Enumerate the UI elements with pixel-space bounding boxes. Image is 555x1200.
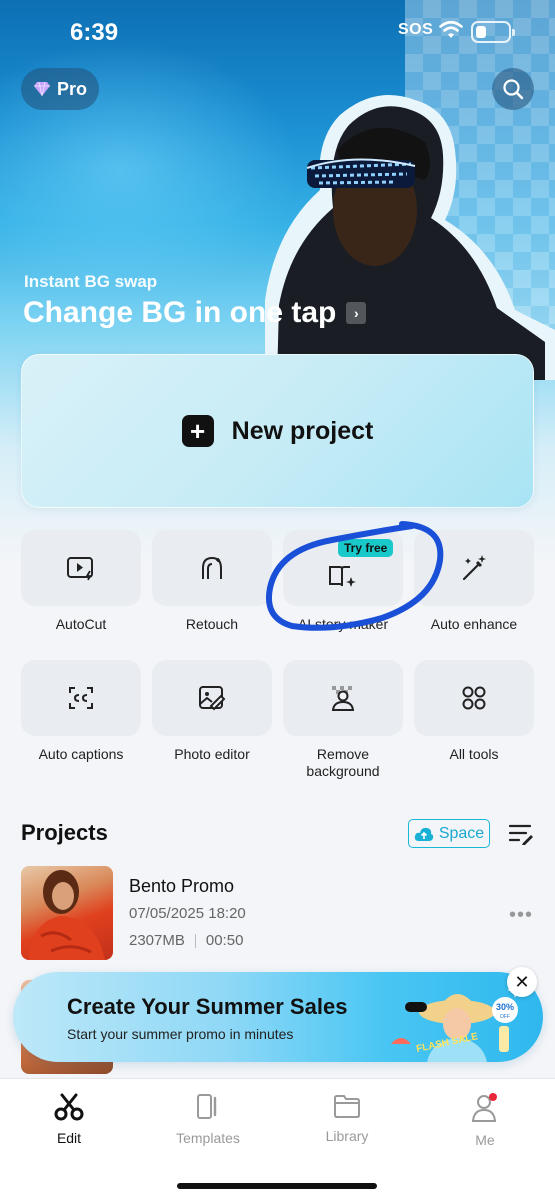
tool-remove-background[interactable]: Remove background	[283, 660, 403, 780]
tab-library[interactable]: Library	[297, 1093, 397, 1144]
banner-subtitle: Instant BG swap	[24, 272, 158, 291]
notification-dot	[489, 1093, 497, 1101]
bottom-tab-bar: Edit Templates Library Me	[0, 1078, 555, 1200]
close-promo-button[interactable]: ✕	[507, 967, 537, 997]
remove-bg-icon	[331, 686, 355, 711]
tab-templates-label: Templates	[176, 1130, 240, 1146]
diamond-icon	[33, 81, 50, 97]
battery-icon	[471, 21, 515, 43]
search-icon	[503, 79, 524, 100]
tool-retouch-tile[interactable]	[152, 530, 272, 606]
tool-all-tools-tile[interactable]	[414, 660, 534, 736]
scissors-icon	[54, 1093, 84, 1121]
banner-title-link[interactable]: Change BG in one tap ›	[23, 296, 367, 330]
plus-icon: +	[181, 415, 214, 447]
magic-wand-icon	[462, 555, 486, 581]
space-label: Space	[438, 824, 485, 842]
banner-title: Change BG in one tap	[23, 296, 337, 329]
projects-heading: Projects	[21, 820, 108, 845]
hand-drawn-circle-annotation	[266, 521, 444, 631]
project-name: Bento Promo	[129, 876, 235, 896]
person-icon	[471, 1093, 497, 1122]
hero-person-illustration	[265, 95, 555, 380]
carrier-label: SOS	[398, 21, 434, 38]
retouch-icon	[202, 556, 222, 579]
new-project-button[interactable]: + New project	[21, 354, 534, 508]
meta-divider	[194, 933, 196, 948]
project-meta: 2307MB 00:50	[129, 932, 243, 949]
tool-remove-background-tile[interactable]	[283, 660, 403, 736]
tool-auto-captions-tile[interactable]	[21, 660, 141, 736]
captions-icon	[69, 687, 93, 709]
project-row[interactable]: Bento Promo 07/05/2025 18:20 2307MB 00:5…	[21, 866, 534, 960]
grid-icon	[462, 686, 486, 710]
project-date: 07/05/2025 18:20	[129, 905, 246, 922]
project-size: 2307MB	[129, 932, 185, 949]
home-indicator	[177, 1183, 377, 1189]
templates-icon	[197, 1094, 217, 1119]
tool-photo-editor[interactable]: Photo editor	[152, 660, 272, 763]
chevron-right-icon: ›	[346, 302, 367, 324]
folder-icon	[334, 1095, 360, 1118]
project-thumbnail[interactable]	[21, 866, 113, 960]
tool-retouch[interactable]: Retouch	[152, 530, 272, 633]
status-bar: 6:39 SOS	[0, 0, 555, 62]
tool-retouch-label: Retouch	[185, 616, 239, 632]
tool-autocut[interactable]: AutoCut	[21, 530, 141, 633]
status-time: 6:39	[70, 19, 119, 46]
wifi-icon	[439, 20, 463, 38]
space-button[interactable]: Space	[408, 819, 490, 848]
more-options-icon[interactable]: •••	[509, 904, 533, 927]
tool-auto-captions[interactable]: Auto captions	[21, 660, 141, 763]
tool-auto-captions-label: Auto captions	[38, 746, 124, 762]
tab-me-label: Me	[475, 1132, 495, 1148]
discount-sub-text: OFF	[500, 1014, 510, 1020]
tool-photo-editor-tile[interactable]	[152, 660, 272, 736]
tool-all-tools[interactable]: All tools	[414, 660, 534, 763]
tab-me[interactable]: Me	[435, 1093, 535, 1148]
search-button[interactable]	[492, 68, 534, 110]
promo-banner[interactable]: Create Your Summer Sales Start your summ…	[13, 972, 543, 1062]
pro-label: Pro	[56, 78, 87, 99]
photo-edit-icon	[199, 686, 226, 711]
tool-autocut-label: AutoCut	[55, 616, 107, 632]
autocut-icon	[67, 557, 93, 581]
promo-illustration: FLASH SALE 30% OFF	[391, 982, 523, 1062]
new-project-label: New project	[231, 416, 374, 445]
promo-title: Create Your Summer Sales	[67, 994, 348, 1019]
pro-button[interactable]: Pro	[21, 68, 99, 110]
tab-edit[interactable]: Edit	[19, 1093, 119, 1146]
tool-remove-background-label: Remove background	[306, 746, 380, 779]
tool-autocut-tile[interactable]	[21, 530, 141, 606]
tab-edit-label: Edit	[56, 1130, 82, 1146]
tool-photo-editor-label: Photo editor	[174, 746, 250, 762]
tool-all-tools-label: All tools	[449, 746, 499, 762]
tab-templates[interactable]: Templates	[158, 1093, 258, 1146]
discount-text: 30%	[496, 1002, 514, 1012]
promo-subtitle: Start your summer promo in minutes	[67, 1026, 294, 1042]
project-duration: 00:50	[205, 932, 244, 949]
project-thumbnail-image	[29, 870, 105, 960]
sort-edit-icon[interactable]	[508, 822, 534, 846]
tab-library-label: Library	[325, 1128, 369, 1144]
cloud-upload-icon	[414, 827, 434, 841]
